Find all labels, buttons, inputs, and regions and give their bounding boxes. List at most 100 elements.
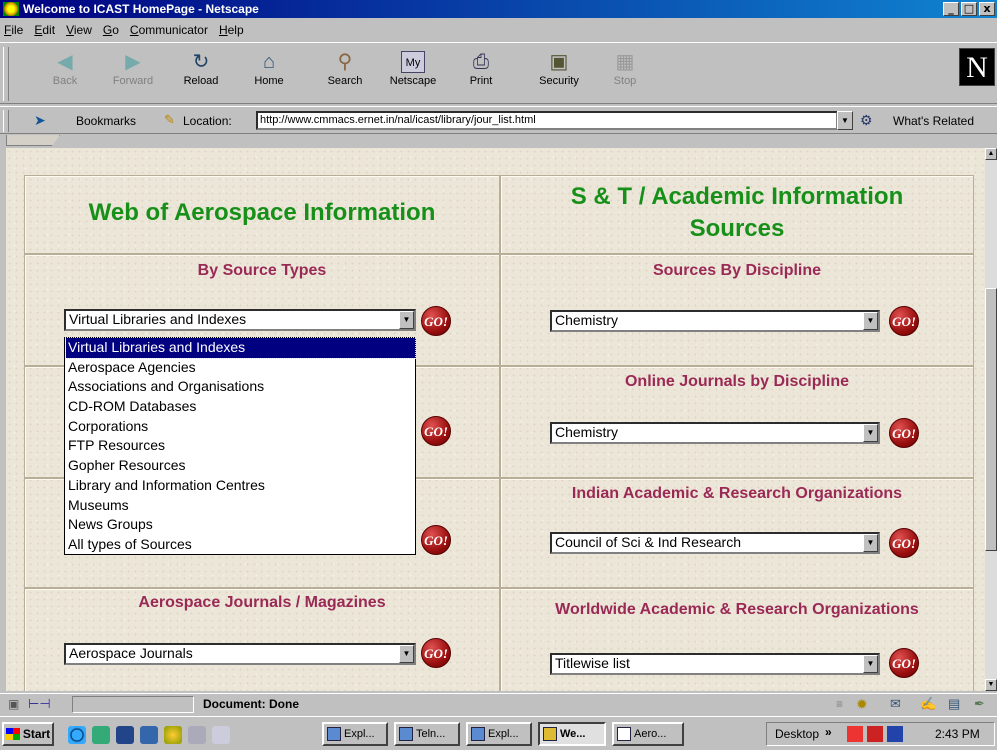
- indian-orgs-select[interactable]: Council of Sci & Ind Research ▼: [550, 532, 880, 554]
- forward-button[interactable]: ▶ Forward: [104, 51, 162, 87]
- worldwide-orgs-select[interactable]: Titlewise list ▼: [550, 653, 880, 675]
- discussion-icon[interactable]: ✍: [920, 696, 936, 712]
- worldwide-orgs-dropdown-icon[interactable]: ▼: [863, 655, 878, 673]
- scroll-down-arrow-icon[interactable]: ▼: [985, 679, 997, 691]
- bookmarks-button[interactable]: Bookmarks: [76, 114, 136, 128]
- scrollbar-thumb[interactable]: [985, 288, 997, 551]
- source-types-select[interactable]: Virtual Libraries and Indexes ▼: [64, 309, 416, 331]
- menu-view[interactable]: View: [66, 23, 92, 37]
- menu-go[interactable]: Go: [103, 23, 119, 37]
- netscape-logo[interactable]: N: [959, 48, 995, 86]
- dropdown-option[interactable]: Virtual Libraries and Indexes: [65, 337, 416, 359]
- back-button[interactable]: ◀ Back: [36, 51, 94, 87]
- internet-explorer-icon[interactable]: [68, 726, 86, 744]
- task-explorer-1[interactable]: Expl...: [322, 722, 388, 746]
- discipline-value: Chemistry: [555, 312, 619, 328]
- online-journals-dropdown-icon[interactable]: ▼: [863, 424, 878, 442]
- quick-launch-icon-6[interactable]: [188, 726, 206, 744]
- security-button[interactable]: ▣ Security: [530, 51, 588, 87]
- menu-communicator[interactable]: Communicator: [130, 23, 208, 37]
- source-types-dropdown-icon[interactable]: ▼: [399, 311, 414, 329]
- go-button-discipline[interactable]: GO!: [889, 306, 919, 336]
- task-netscape-active[interactable]: We...: [538, 722, 606, 746]
- print-button[interactable]: ⎙ Print: [452, 51, 510, 87]
- quick-launch-icon-7[interactable]: [212, 726, 230, 744]
- dropdown-option[interactable]: CD-ROM Databases: [66, 397, 415, 417]
- minimize-button[interactable]: _: [943, 2, 959, 16]
- url-input[interactable]: http://www.cmmacs.ernet.in/nal/icast/lib…: [256, 111, 838, 130]
- online-journals-select[interactable]: Chemistry ▼: [550, 422, 880, 444]
- go-button-worldwide-orgs[interactable]: GO!: [889, 648, 919, 678]
- left-heading-cell: Web of Aerospace Information: [24, 175, 500, 254]
- menu-edit[interactable]: Edit: [34, 23, 55, 37]
- maximize-button[interactable]: □: [961, 2, 977, 16]
- navigator-icon[interactable]: ✹: [856, 696, 868, 713]
- dropdown-option[interactable]: Gopher Resources: [66, 456, 415, 476]
- composer-icon[interactable]: ▤: [948, 696, 960, 712]
- dropdown-option[interactable]: Aerospace Agencies: [66, 358, 415, 378]
- quick-launch-icon-3[interactable]: [116, 726, 134, 744]
- tray-icon-1[interactable]: [847, 726, 863, 742]
- toolbar-grip[interactable]: [3, 47, 9, 101]
- start-label: Start: [22, 727, 51, 741]
- printer-icon: ⎙: [473, 51, 489, 73]
- scroll-up-arrow-icon[interactable]: ▲: [985, 148, 997, 160]
- mail-icon[interactable]: ✉: [890, 696, 901, 712]
- vertical-scrollbar[interactable]: ▲ ▼: [985, 148, 997, 691]
- security-status-icon[interactable]: ▣: [8, 697, 19, 711]
- discipline-dropdown-icon[interactable]: ▼: [863, 312, 878, 330]
- task-word-doc[interactable]: Aero...: [612, 722, 684, 746]
- close-button[interactable]: x: [979, 2, 995, 16]
- desktop-chevron-icon[interactable]: »: [825, 725, 832, 739]
- collapsed-toolbar-strip: [0, 135, 997, 147]
- dropdown-option[interactable]: News Groups: [66, 515, 415, 535]
- aero-journals-select[interactable]: Aerospace Journals ▼: [64, 643, 416, 665]
- task-explorer-2[interactable]: Expl...: [466, 722, 532, 746]
- toolbar-collapse-tab[interactable]: [6, 135, 60, 146]
- dropdown-option[interactable]: Library and Information Centres: [66, 476, 415, 496]
- tray-icon-2[interactable]: [867, 726, 883, 742]
- go-button-online-journals[interactable]: GO!: [889, 418, 919, 448]
- start-button[interactable]: Start: [2, 722, 54, 746]
- dropdown-option[interactable]: Associations and Organisations: [66, 377, 415, 397]
- go-button-left-row4[interactable]: GO!: [421, 525, 451, 555]
- reload-button[interactable]: ↻ Reload: [172, 51, 230, 87]
- go-button-indian-orgs[interactable]: GO!: [889, 528, 919, 558]
- url-dropdown-button[interactable]: ▼: [837, 111, 853, 130]
- my-netscape-button[interactable]: My Netscape: [384, 51, 442, 87]
- dropdown-option[interactable]: Museums: [66, 496, 415, 516]
- bookmarks-icon[interactable]: ➤: [34, 112, 46, 129]
- outlook-express-icon[interactable]: [92, 726, 110, 744]
- indian-orgs-value: Council of Sci & Ind Research: [555, 534, 741, 550]
- whats-related-icon[interactable]: ⚙: [860, 112, 873, 129]
- dropdown-option[interactable]: All types of Sources: [66, 535, 415, 555]
- indian-orgs-dropdown-icon[interactable]: ▼: [863, 534, 878, 552]
- discipline-select[interactable]: Chemistry ▼: [550, 310, 880, 332]
- dropdown-option[interactable]: Corporations: [66, 417, 415, 437]
- netscape-app-icon: [3, 2, 19, 16]
- search-button[interactable]: ⚲ Search: [316, 51, 374, 87]
- netscape-quick-icon[interactable]: [164, 726, 182, 744]
- task-telnet[interactable]: Teln...: [394, 722, 460, 746]
- go-button-aero-journals[interactable]: GO!: [421, 638, 451, 668]
- whats-related-button[interactable]: What's Related: [893, 114, 974, 128]
- system-tray: Desktop » 2:43 PM: [766, 722, 995, 746]
- location-grip[interactable]: [3, 110, 9, 132]
- stop-button[interactable]: ▦ Stop: [596, 51, 654, 87]
- aero-journals-dropdown-icon[interactable]: ▼: [399, 645, 414, 663]
- go-button-left-row3[interactable]: GO!: [421, 416, 451, 446]
- connection-icon: ⊢⊣: [28, 696, 51, 711]
- desktop-toolbar-label[interactable]: Desktop: [775, 727, 819, 741]
- home-button[interactable]: ⌂ Home: [240, 51, 298, 87]
- menu-file[interactable]: File: [4, 23, 23, 37]
- clock[interactable]: 2:43 PM: [935, 727, 980, 741]
- component-bar-grip[interactable]: ≡: [836, 697, 843, 711]
- navigation-toolbar: ◀ Back ▶ Forward ↻ Reload ⌂ Home ⚲ Searc…: [0, 42, 997, 104]
- menu-help[interactable]: Help: [219, 23, 244, 37]
- pen-icon[interactable]: ✒: [974, 696, 985, 712]
- tray-icon-3[interactable]: [887, 726, 903, 742]
- go-button-source-types[interactable]: GO!: [421, 306, 451, 336]
- location-icon[interactable]: ✎: [164, 112, 175, 128]
- quick-launch-icon-4[interactable]: [140, 726, 158, 744]
- dropdown-option[interactable]: FTP Resources: [66, 436, 415, 456]
